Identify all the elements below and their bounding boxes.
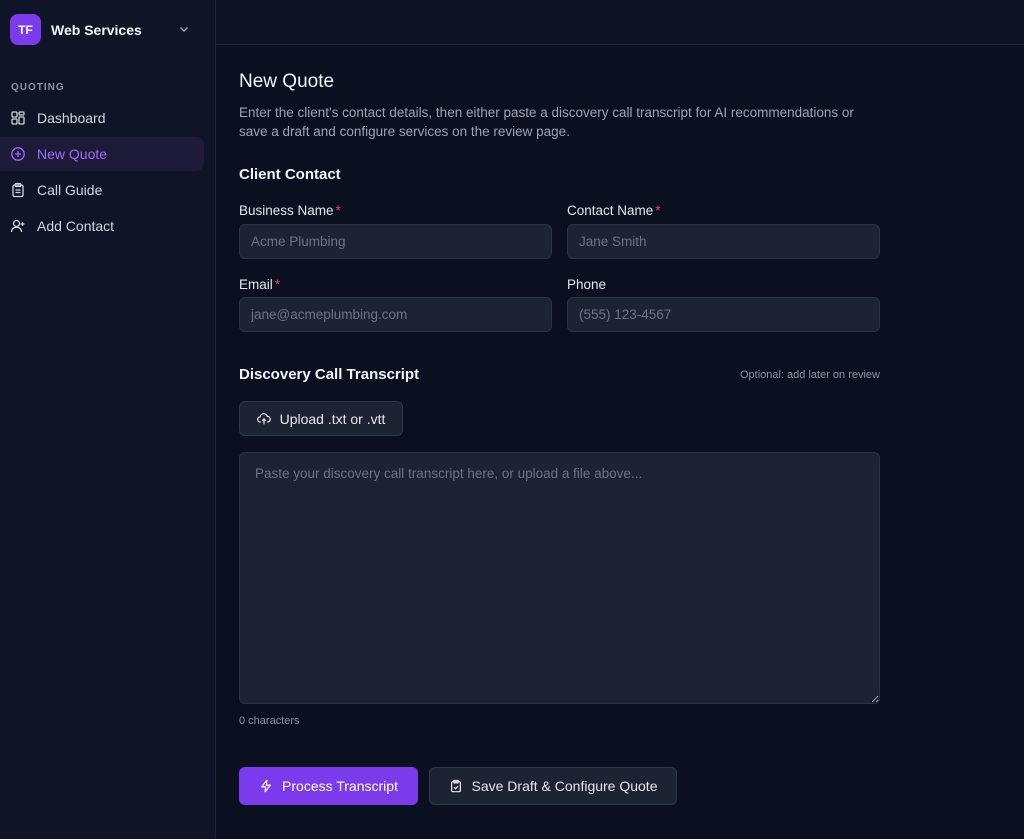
transcript-optional-note: Optional: add later on review [739,369,880,381]
sidebar-item-dashboard[interactable]: Dashboard [0,101,204,135]
contact-name-label: Contact Name * [567,203,661,218]
chevron-down-icon [180,27,188,32]
phone-input[interactable] [567,297,880,332]
save-button-label: Save Draft & Configure Quote [471,778,658,794]
page-title: New Quote [239,71,335,92]
nav-section-label: QUOTING [11,82,65,93]
plus-circle-icon [10,146,26,162]
lightning-icon [259,779,273,793]
clipboard-check-icon [449,779,463,793]
sidebar-item-label: Add Contact [37,218,115,234]
email-label: Email * [239,277,280,292]
sidebar-item-label: Call Guide [37,182,103,198]
email-input[interactable] [239,297,552,332]
save-draft-button[interactable]: Save Draft & Configure Quote [429,767,677,805]
contact-name-label-text: Contact Name [567,203,654,218]
sidebar-item-call-guide[interactable]: Call Guide [0,173,204,207]
user-plus-icon [10,218,26,234]
clipboard-icon [10,182,26,198]
required-marker: * [335,203,341,218]
sidebar-item-label: Dashboard [37,110,106,126]
upload-transcript-button[interactable]: Upload .txt or .vtt [239,401,403,436]
required-marker: * [274,277,281,292]
top-bar [216,0,1024,45]
sidebar-item-new-quote[interactable]: New Quote [0,137,204,171]
sidebar-item-label: New Quote [37,146,108,162]
transcript-textarea[interactable] [239,452,880,704]
email-label-text: Email [239,277,273,292]
phone-label: Phone [567,277,606,292]
workspace-switcher[interactable]: TF Web Services [10,14,206,45]
business-name-input[interactable] [239,224,552,259]
business-name-label: Business Name * [239,203,341,218]
character-count: 0 characters [239,715,300,727]
process-button-label: Process Transcript [282,778,398,794]
page-description: Enter the client's contact details, then… [239,105,854,139]
cloud-upload-icon [256,412,271,426]
business-name-label-text: Business Name [239,203,334,218]
sidebar-item-add-contact[interactable]: Add Contact [0,209,204,243]
transcript-heading: Discovery Call Transcript [239,366,420,383]
workspace-avatar: TF [10,14,41,45]
workspace-name: Web Services [51,21,142,38]
grid-icon [10,110,26,126]
client-contact-heading: Client Contact [239,166,341,183]
phone-label-text: Phone [567,277,607,292]
upload-button-label: Upload .txt or .vtt [279,410,386,427]
sidebar: TF Web Services QUOTING Dashboard New Qu… [0,0,216,839]
required-marker: * [655,203,661,218]
contact-name-input[interactable] [567,224,880,259]
process-transcript-button[interactable]: Process Transcript [239,767,418,805]
